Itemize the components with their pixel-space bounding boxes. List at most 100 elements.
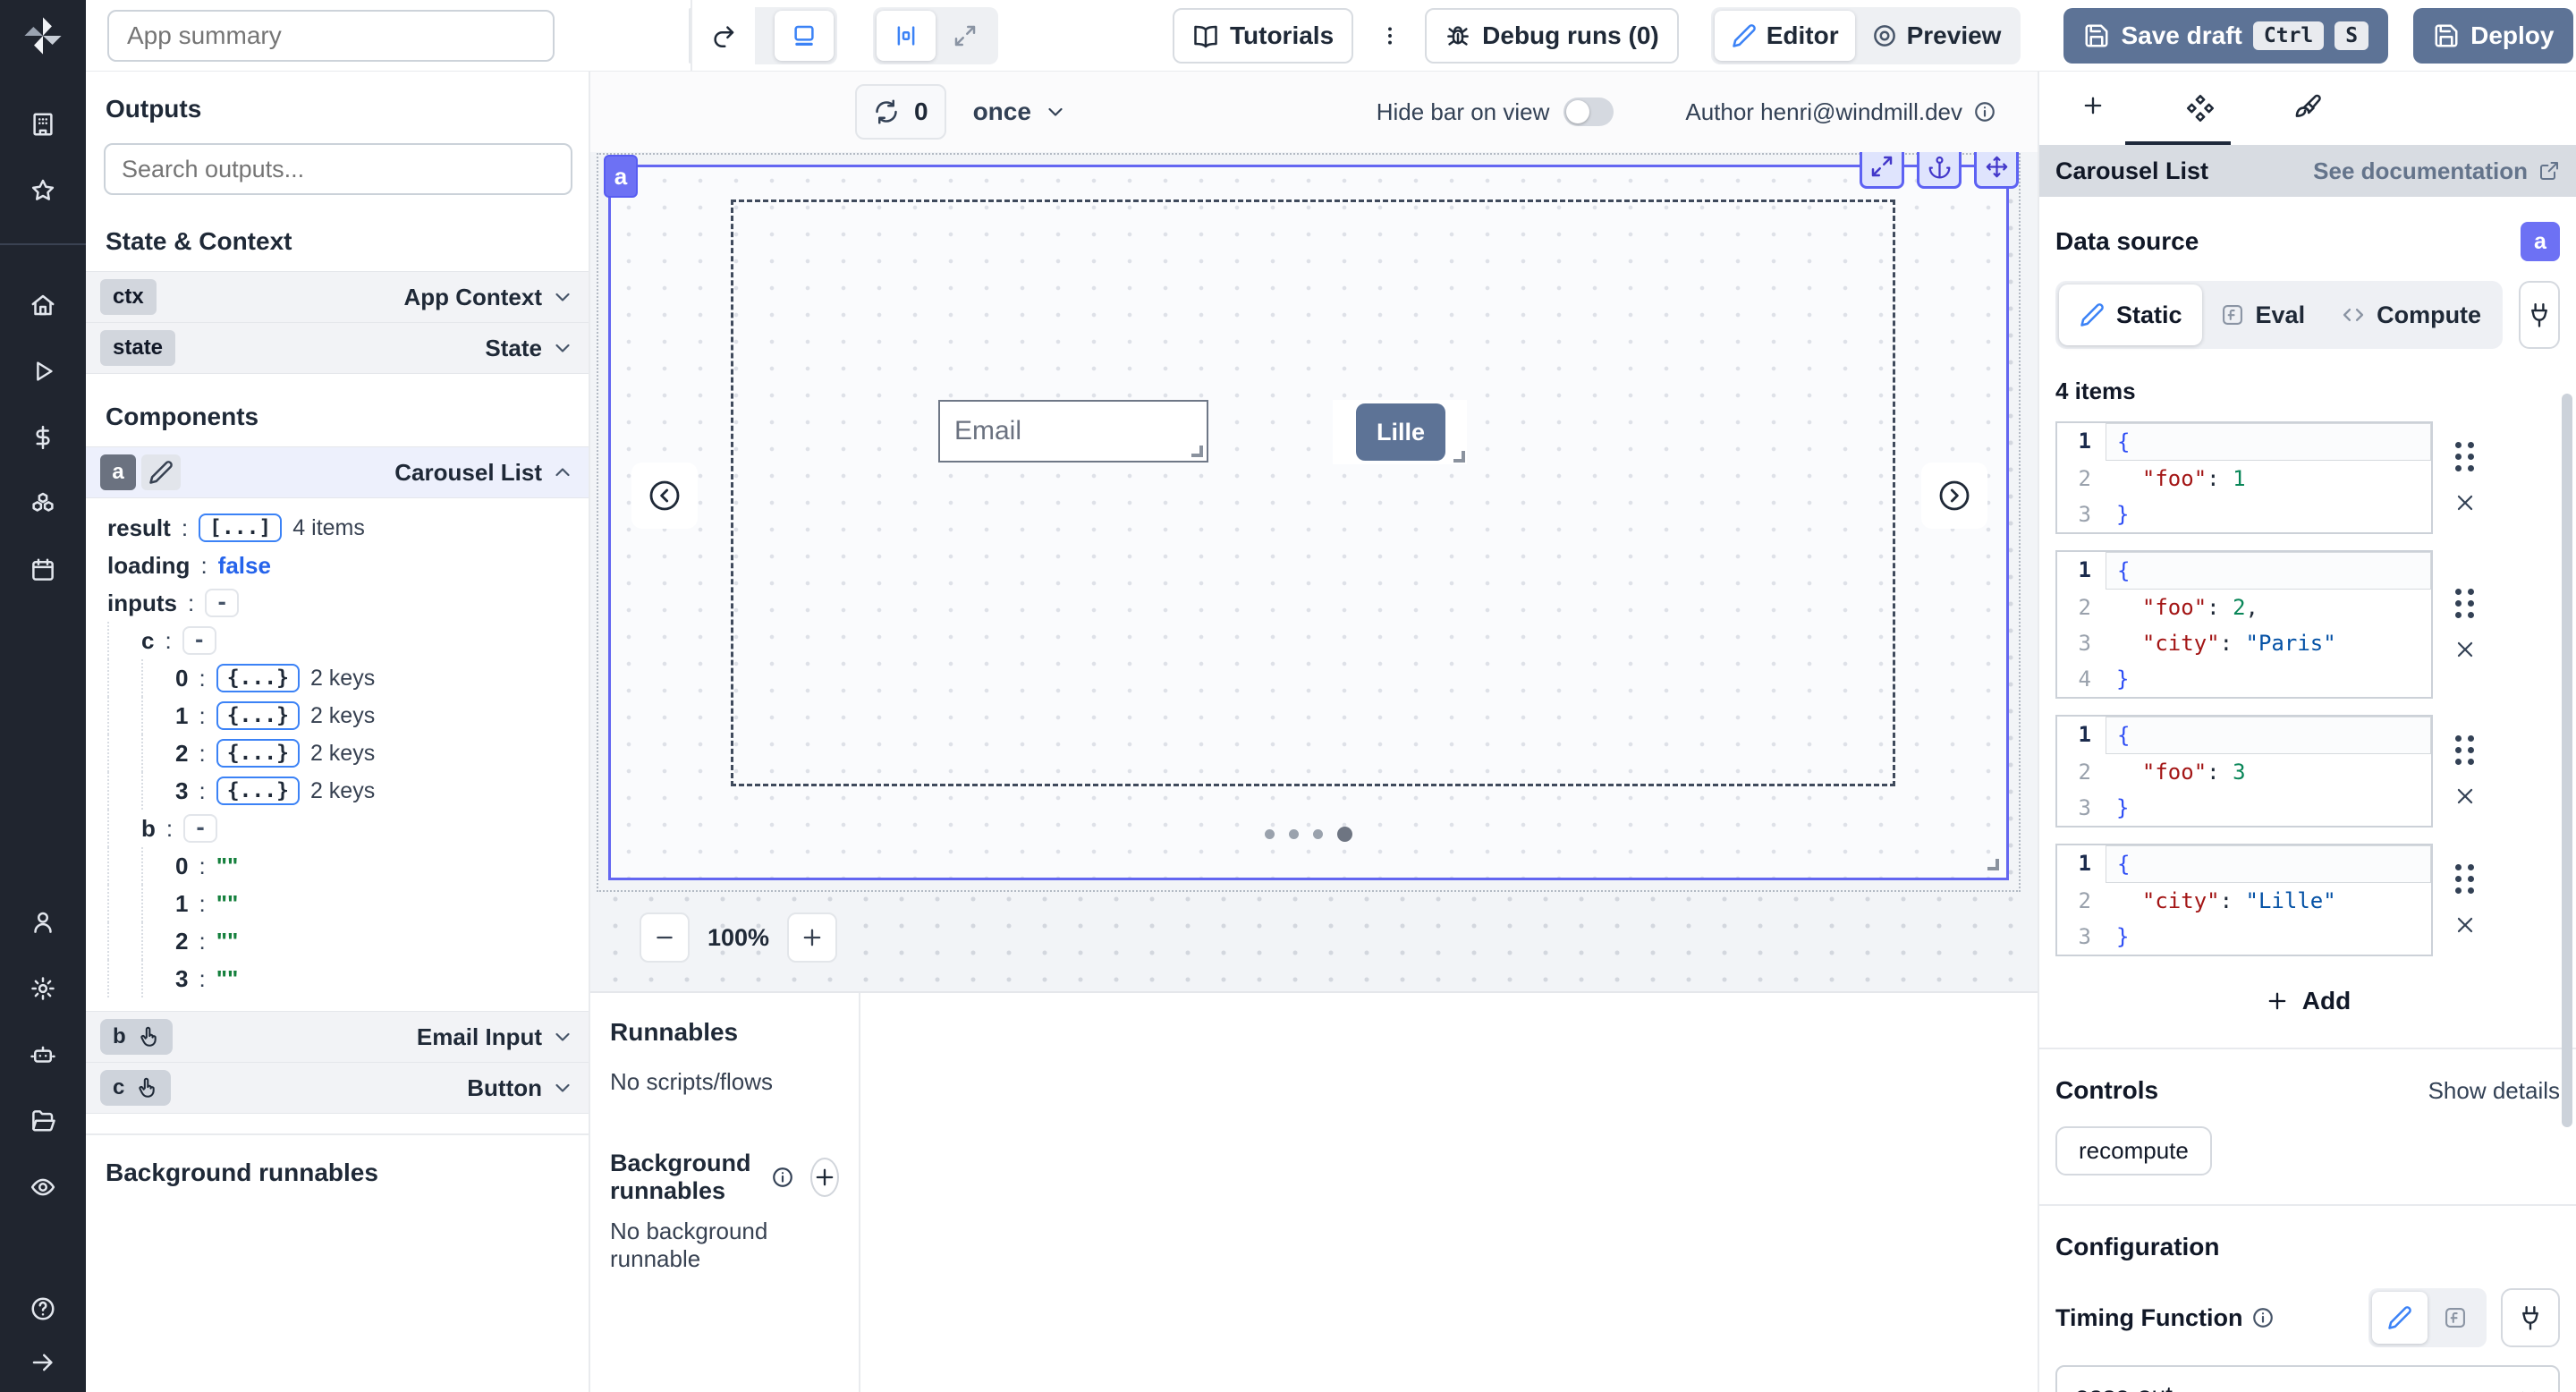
building-icon[interactable] [30,111,56,138]
full-width-button[interactable] [936,22,995,49]
json-editor[interactable]: 1{2 "foo": 33} [2055,715,2433,828]
gear-icon[interactable] [30,975,56,1002]
tree-row[interactable]: 3:"" [86,960,589,997]
user-icon[interactable] [30,909,56,936]
connect-plug-button[interactable] [2519,281,2560,349]
selected-carousel-component[interactable]: a Email Lille [608,165,2009,880]
tree-expand-chip[interactable]: {...} [216,664,300,692]
info-icon[interactable] [771,1166,794,1189]
chevron-down-icon[interactable] [551,336,574,360]
component-id-tag[interactable]: a [604,155,638,198]
remove-item-icon[interactable] [2453,638,2477,661]
help-icon[interactable] [30,1295,56,1322]
zoom-in-button[interactable] [787,912,837,963]
drag-handle-icon[interactable] [2455,589,2475,618]
debug-runs-button[interactable]: Debug runs (0) [1425,8,1679,64]
tree-row[interactable]: 2:"" [86,922,589,960]
resize-handle-icon[interactable] [1987,859,1999,870]
settings-tab[interactable] [2147,93,2254,123]
zoom-out-button[interactable] [640,912,690,963]
play-icon[interactable] [30,358,56,385]
connect-plug-button[interactable] [2501,1288,2560,1347]
recompute-button[interactable]: recompute [2055,1126,2212,1176]
json-editor[interactable]: 1{2 "city": "Lille"3} [2055,844,2433,956]
tree-row[interactable]: 0:"" [86,847,589,885]
carousel-dots[interactable] [611,827,2006,842]
center-layout-button[interactable] [877,11,936,61]
state-row[interactable]: state State [86,322,589,374]
carousel-dot[interactable] [1337,827,1352,842]
tree-expand-chip[interactable]: - [205,589,239,617]
more-menu-button[interactable] [1378,24,1402,47]
chevron-down-icon[interactable] [551,1076,574,1099]
add-item-button[interactable]: Add [2055,987,2560,1015]
tutorials-button[interactable]: Tutorials [1173,8,1353,64]
tree-expand-chip[interactable]: {...} [216,739,300,768]
editor-tab[interactable]: Editor [1715,11,1855,61]
remove-item-icon[interactable] [2453,913,2477,937]
json-editor[interactable]: 1{2 "foo": 13} [2055,421,2433,534]
tree-row[interactable]: b:- [86,810,589,847]
tree-expand-chip[interactable]: {...} [216,777,300,805]
json-editor[interactable]: 1{2 "foo": 2,3 "city": "Paris"4} [2055,550,2433,699]
tree-expand-chip[interactable]: - [182,626,216,655]
remove-item-icon[interactable] [2453,491,2477,514]
see-documentation-link[interactable]: See documentation [2313,157,2560,185]
show-details-link[interactable]: Show details [2428,1077,2560,1105]
component-a-row[interactable]: a Carousel List [86,446,589,498]
static-mode-button[interactable] [2372,1292,2428,1344]
hide-bar-toggle[interactable] [1563,98,1614,126]
tree-row[interactable]: inputs:- [86,584,589,622]
tree-expand-chip[interactable]: {...} [216,701,300,730]
carousel-prev-button[interactable] [631,463,698,529]
add-background-runnable-button[interactable] [810,1158,839,1197]
email-input-component[interactable]: Email [938,400,1208,463]
rename-pencil-icon[interactable] [141,454,181,490]
desktop-view-button[interactable] [775,11,834,61]
tree-row[interactable]: 1:{...}2 keys [86,697,589,734]
chevron-up-icon[interactable] [551,461,574,484]
component-c-row[interactable]: c Button [86,1062,589,1114]
drag-handle-icon[interactable] [2455,864,2475,894]
insert-component-tab[interactable] [2039,93,2147,118]
schedule-dropdown[interactable]: once [973,98,1067,126]
boxes-icon[interactable] [30,490,56,517]
drag-handle-icon[interactable] [2455,735,2475,765]
carousel-dot[interactable] [1289,829,1299,839]
tree-row[interactable]: 2:{...}2 keys [86,734,589,772]
tree-expand-chip[interactable]: [...] [199,514,282,542]
home-icon[interactable] [30,292,56,318]
carousel-dot[interactable] [1313,829,1323,839]
folder-icon[interactable] [30,1108,56,1134]
save-draft-button[interactable]: Save draft Ctrl S [2063,8,2388,64]
chevron-down-icon[interactable] [551,285,574,309]
scrollbar-thumb[interactable] [2562,394,2572,1127]
carousel-next-button[interactable] [1921,463,1987,529]
static-mode-button[interactable]: Static [2059,284,2202,345]
tree-row[interactable]: 1:"" [86,885,589,922]
windmill-logo[interactable] [20,13,66,59]
app-canvas[interactable]: a Email Lille [590,152,2038,991]
app-summary-input[interactable] [107,10,555,62]
anchor-button[interactable] [1917,152,1962,189]
move-button[interactable] [1974,152,2019,189]
chevron-down-icon[interactable] [551,1025,574,1048]
timing-function-select[interactable]: ease-out [2055,1365,2560,1392]
dollar-icon[interactable] [30,424,56,451]
bot-icon[interactable] [30,1041,56,1068]
calendar-icon[interactable] [30,556,56,583]
expand-button[interactable] [1860,152,1904,189]
tree-expand-chip[interactable]: - [183,814,217,843]
email-input-cell[interactable]: Email [938,400,1208,463]
tree-row[interactable]: loading:false [86,547,589,584]
search-outputs-input[interactable] [104,143,572,195]
resize-handle-icon[interactable] [1191,446,1203,457]
refresh-count-button[interactable]: 0 [855,84,946,140]
info-icon[interactable] [1973,100,1996,123]
eval-mode-button[interactable] [2428,1305,2483,1330]
resize-handle-icon[interactable] [1453,451,1465,463]
remove-item-icon[interactable] [2453,785,2477,808]
styling-tab[interactable] [2254,93,2361,123]
carousel-slide-area[interactable]: Email Lille [731,199,1895,786]
tree-row[interactable]: 0:{...}2 keys [86,659,589,697]
